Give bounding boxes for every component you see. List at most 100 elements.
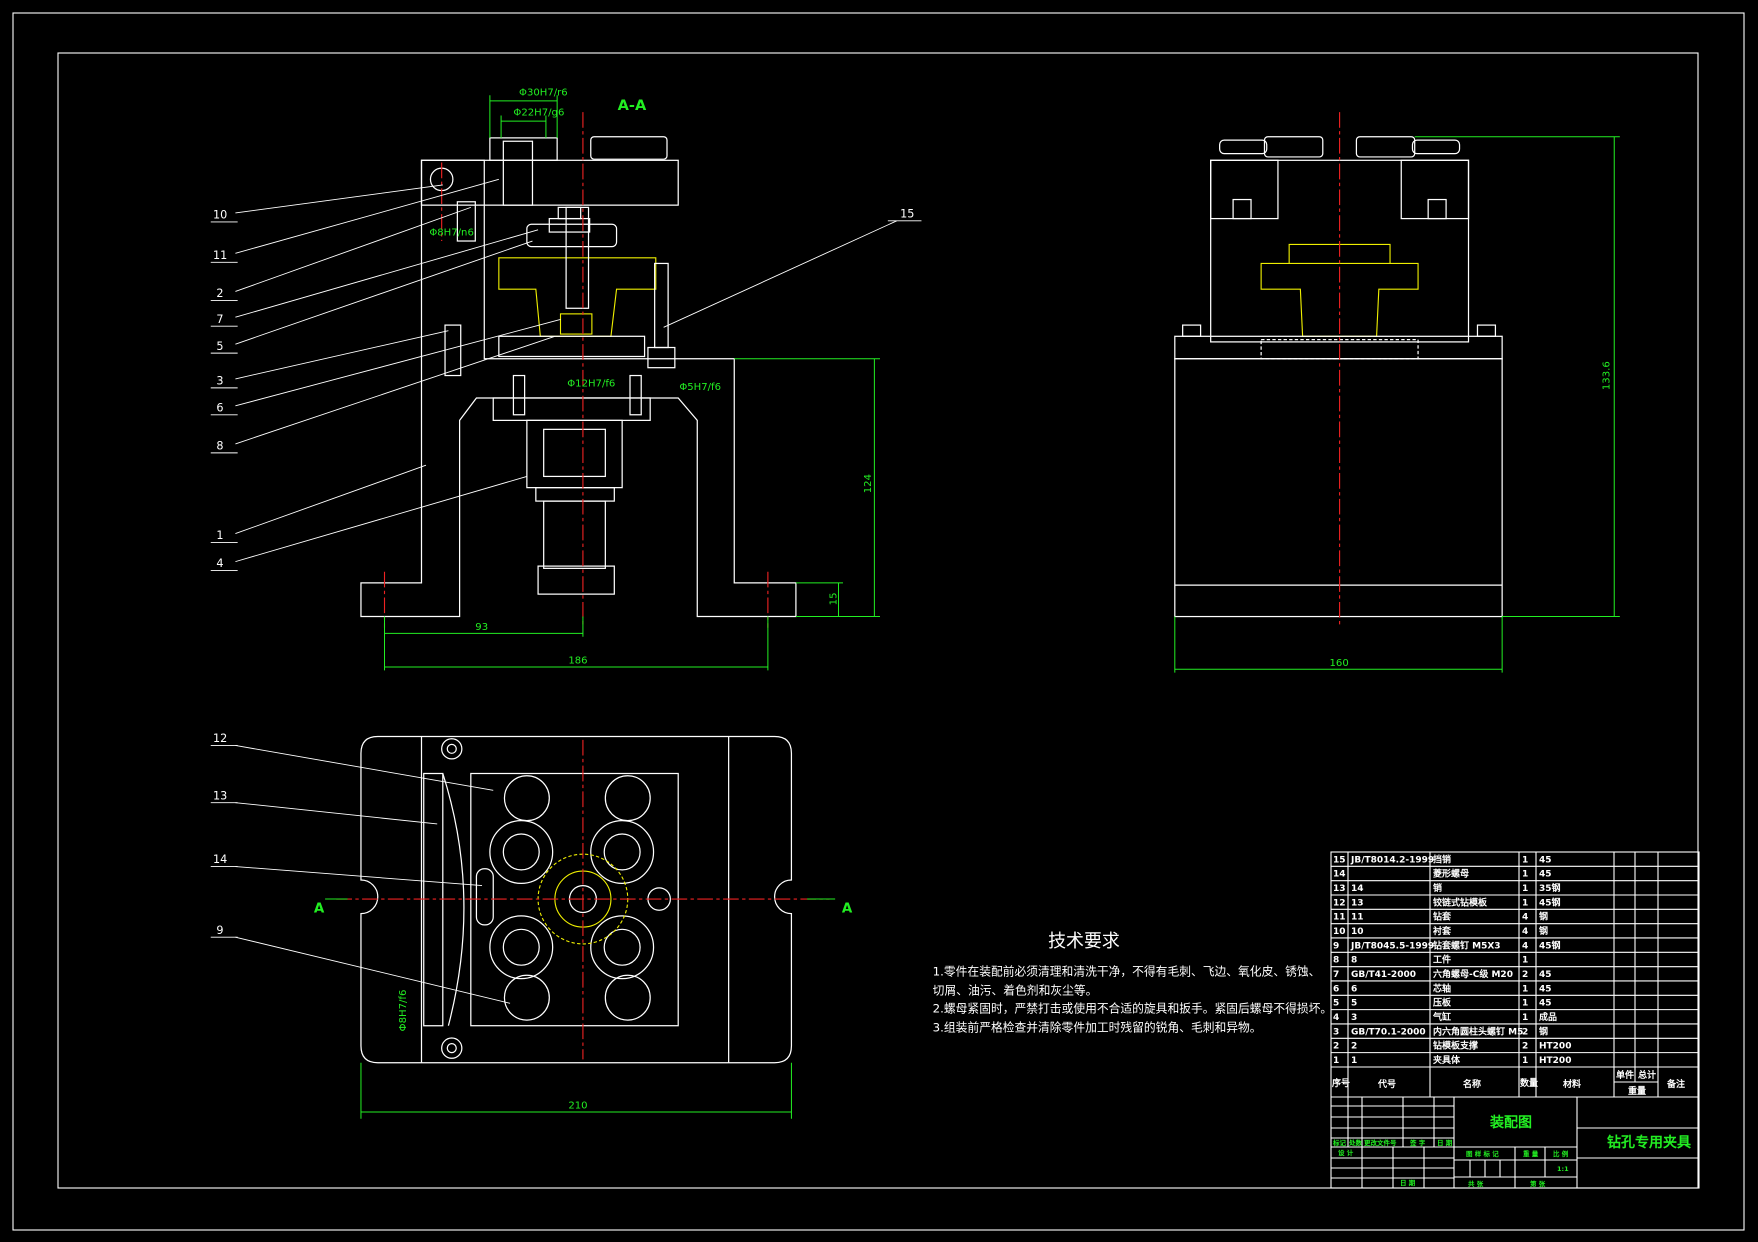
header-weight: 重量 bbox=[1628, 1085, 1646, 1097]
parts-list-cell: 45钢 bbox=[1539, 939, 1561, 951]
parts-list-cell: 11 bbox=[1333, 913, 1346, 923]
parts-list-cell: 菱形螺母 bbox=[1433, 868, 1469, 880]
callout-13: 13 bbox=[213, 789, 227, 802]
label-sheet-no: 第 张 bbox=[1530, 1179, 1546, 1188]
parts-list-cell: 13 bbox=[1333, 884, 1346, 894]
parts-list-cell: 8 bbox=[1333, 956, 1339, 966]
tech-req-line: 3.组装前严格检查并清除零件加工时残留的锐角、毛刺和异物。 bbox=[933, 1020, 1262, 1034]
side-view: 160 133.6 bbox=[1174, 112, 1620, 673]
parts-list-cell: 13 bbox=[1351, 898, 1364, 908]
parts-list-cell: 钻套螺钉 M5X3 bbox=[1433, 939, 1501, 951]
label-stage-mark: 图 样 标 记 bbox=[1466, 1149, 1499, 1158]
parts-list-cell: 衬套 bbox=[1433, 925, 1452, 937]
parts-list-cell: 4 bbox=[1333, 1013, 1339, 1023]
parts-list-cell: 45 bbox=[1539, 999, 1552, 1009]
dim-side-hole: Φ5H7/f6 bbox=[679, 382, 721, 393]
parts-list-cell: 45 bbox=[1539, 870, 1552, 880]
cut-mark-right: A bbox=[842, 901, 853, 916]
dim-base-width: 186 bbox=[568, 656, 587, 667]
parts-list-cell: 钻模板支撑 bbox=[1433, 1040, 1478, 1052]
drill-plate bbox=[420, 159, 679, 206]
dim-pin-hole: Φ8H7/n6 bbox=[429, 227, 474, 238]
parts-list-cell: 钻套 bbox=[1433, 911, 1452, 923]
parts-list-cell: 12 bbox=[1333, 898, 1346, 908]
parts-list-cell: 铰链式钻模板 bbox=[1433, 896, 1488, 908]
callout-8: 8 bbox=[216, 440, 223, 453]
parts-list-cell: HT200 bbox=[1539, 1042, 1571, 1052]
label-sign: 签 字 bbox=[1409, 1138, 1426, 1147]
parts-list-cell: 2 bbox=[1522, 1042, 1528, 1052]
parts-list-cell: 销 bbox=[1433, 882, 1442, 894]
callout-6: 6 bbox=[216, 401, 223, 414]
parts-list-cell: 3 bbox=[1333, 1027, 1339, 1037]
callout-7: 7 bbox=[216, 313, 223, 326]
parts-list-cell: 6 bbox=[1333, 984, 1339, 994]
parts-list-cell: 1 bbox=[1522, 898, 1528, 908]
tech-req-line: 2.螺母紧固时，严禁打击或使用不合适的旋具和扳手。紧固后螺母不得损坏。 bbox=[933, 1001, 1333, 1015]
parts-list-cell: 4 bbox=[1522, 913, 1528, 923]
dim-foot-height: 15 bbox=[828, 593, 839, 606]
scale-value: 1:1 bbox=[1557, 1165, 1569, 1173]
dim-half-width: 93 bbox=[475, 622, 488, 633]
parts-list-cell: 钢 bbox=[1539, 1025, 1548, 1037]
label-ratio: 比 例 bbox=[1553, 1149, 1569, 1158]
parts-list-cell: 芯轴 bbox=[1433, 982, 1451, 994]
dim-center-bore: Φ12H7/f6 bbox=[567, 379, 615, 390]
parts-list-cell: 5 bbox=[1351, 999, 1357, 1009]
plan-view: 210 Φ8H7/f6 A A 12 13 14 9 bbox=[210, 732, 853, 1119]
callout-2: 2 bbox=[216, 287, 223, 300]
parts-list-cell: 挡销 bbox=[1433, 853, 1451, 865]
parts-list-cell: 10 bbox=[1351, 927, 1364, 937]
parts-list-cell: 2 bbox=[1522, 1027, 1528, 1037]
drawing-name: 钻孔专用夹具 bbox=[1607, 1134, 1691, 1151]
workpiece bbox=[498, 257, 657, 337]
parts-list-cell: 4 bbox=[1522, 927, 1528, 937]
parts-list-cell: 3 bbox=[1351, 1013, 1357, 1023]
header-name: 名称 bbox=[1463, 1078, 1481, 1090]
header-total-weight: 总计 bbox=[1638, 1069, 1656, 1081]
parts-list-cell: 4 bbox=[1522, 941, 1528, 951]
parts-list-cell: 14 bbox=[1333, 870, 1346, 880]
parts-list-cell: 7 bbox=[1333, 970, 1339, 980]
parts-list-cell: 1 bbox=[1351, 1056, 1357, 1066]
label-change-doc: 更改文件号 bbox=[1364, 1138, 1397, 1147]
parts-list-cell: 9 bbox=[1333, 941, 1339, 951]
header-remark: 备注 bbox=[1666, 1078, 1685, 1090]
parts-list-cell: JB/T8014.2-1999 bbox=[1350, 855, 1434, 865]
parts-list-cell: 2 bbox=[1522, 970, 1528, 980]
parts-list-cell: 1 bbox=[1522, 999, 1528, 1009]
parts-list-cell: 钢 bbox=[1539, 925, 1548, 937]
label-count: 处数 bbox=[1348, 1138, 1363, 1147]
outer-border bbox=[12, 12, 1745, 1231]
label-design: 设 计 bbox=[1338, 1148, 1354, 1157]
parts-list-cell: 1 bbox=[1333, 1056, 1339, 1066]
parts-list-cell: 35钢 bbox=[1539, 882, 1561, 894]
cut-mark-left: A bbox=[314, 901, 325, 916]
parts-list-cell: 钢 bbox=[1539, 911, 1548, 923]
inner-border bbox=[57, 52, 1699, 1189]
dim-bushing-inner: Φ22H7/g6 bbox=[513, 107, 564, 118]
callout-3: 3 bbox=[216, 375, 223, 388]
header-qty: 数量 bbox=[1520, 1077, 1538, 1089]
parts-list-cell: 1 bbox=[1522, 1056, 1528, 1066]
callout-1: 1 bbox=[216, 529, 223, 542]
header-material: 材料 bbox=[1562, 1078, 1581, 1090]
title-block: 标记 处数 更改文件号 签 字 日 期 设 计 日 期 装配图 图 样 标 记 … bbox=[1331, 1097, 1699, 1188]
dim-base-height: 124 bbox=[863, 474, 874, 493]
parts-list-cell: 1 bbox=[1522, 984, 1528, 994]
parts-list-cell: JB/T8045.5-1999 bbox=[1350, 941, 1434, 951]
parts-list-cell: GB/T41-2000 bbox=[1351, 970, 1416, 980]
parts-list-cell: 1 bbox=[1522, 870, 1528, 880]
parts-list-cell: 14 bbox=[1351, 884, 1364, 894]
section-view-a-a: Φ30H7/r6 Φ22H7/g6 Φ8H7/n6 Φ12H7/f6 Φ5H7/… bbox=[210, 87, 922, 671]
drawing-type: 装配图 bbox=[1489, 1114, 1532, 1131]
cad-drawing-sheet: Φ30H7/r6 Φ22H7/g6 Φ8H7/n6 Φ12H7/f6 Φ5H7/… bbox=[12, 12, 1745, 1231]
dim-bushing-outer: Φ30H7/r6 bbox=[519, 87, 568, 98]
parts-list-cell: 2 bbox=[1333, 1042, 1339, 1052]
label-date2: 日 期 bbox=[1400, 1178, 1416, 1187]
dim-bottom-hole: Φ8H7/f6 bbox=[398, 990, 409, 1032]
parts-list-cell: 六角螺母-C级 M20 bbox=[1433, 968, 1513, 980]
parts-list-cell: GB/T70.1-2000 bbox=[1351, 1027, 1426, 1037]
parts-list-cell: 压板 bbox=[1433, 997, 1452, 1009]
parts-list-cell: 1 bbox=[1522, 956, 1528, 966]
